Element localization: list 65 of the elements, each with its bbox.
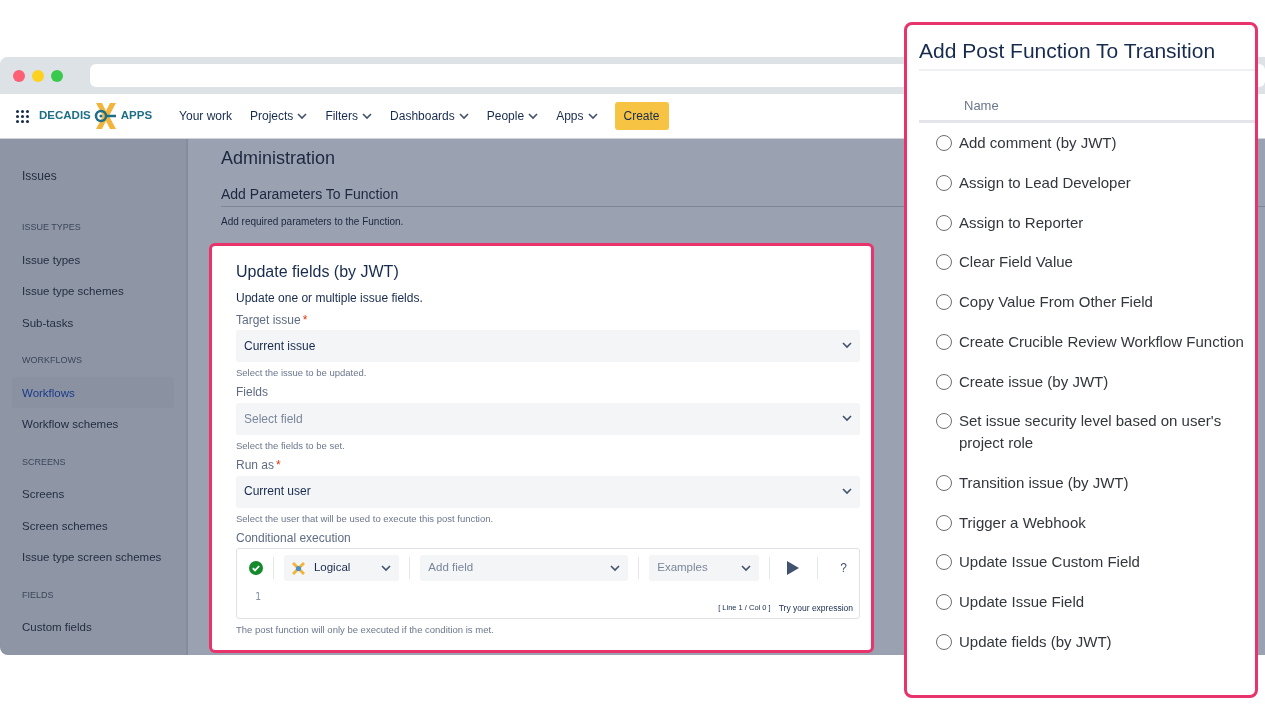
select-field[interactable]: Current user bbox=[236, 475, 860, 508]
nav-item[interactable]: Filters bbox=[316, 107, 382, 125]
nav-item[interactable]: Apps bbox=[547, 107, 607, 125]
chevron-icon bbox=[610, 564, 621, 572]
sidebar-title: Issues bbox=[21, 168, 58, 185]
card-title: Update fields (by JWT) bbox=[236, 262, 400, 282]
column-header: Name bbox=[919, 70, 1255, 123]
function-option[interactable]: Update Issue Custom Field bbox=[919, 542, 1255, 582]
chevron-icon bbox=[842, 488, 852, 496]
app-grid-icon[interactable] bbox=[16, 109, 29, 123]
select-field[interactable]: Current issue bbox=[236, 329, 860, 362]
logo-text: DECADIS bbox=[39, 108, 91, 124]
required-mark: * bbox=[276, 458, 281, 473]
help-text: Select the issue to be updated. bbox=[236, 366, 368, 379]
sidebar-item[interactable]: Screens bbox=[12, 478, 174, 510]
function-option[interactable]: Clear Field Value bbox=[919, 242, 1255, 282]
examples-select[interactable]: Examples bbox=[649, 555, 759, 582]
section-description: Add required parameters to the Function. bbox=[221, 215, 404, 229]
nav-item[interactable]: Projects bbox=[241, 107, 317, 125]
logo-text: APPS bbox=[120, 108, 153, 124]
function-option[interactable]: Update fields (by JWT) bbox=[919, 621, 1255, 662]
field-label: Run as bbox=[236, 458, 275, 473]
sidebar-item[interactable]: Custom fields bbox=[12, 611, 174, 643]
sidebar-item[interactable]: Issue type schemes bbox=[12, 275, 174, 307]
mode-select[interactable]: Logical bbox=[283, 555, 400, 582]
sidebar-item[interactable]: Sub-tasks bbox=[12, 306, 174, 338]
help-text: Select the user that will be used to execute this post function. bbox=[236, 512, 495, 524]
line-number: 1 bbox=[255, 591, 263, 604]
nav-item[interactable]: People bbox=[477, 107, 548, 125]
sidebar-item[interactable]: Screen schemes bbox=[12, 509, 174, 541]
card-description: Update one or multiple issue fields. bbox=[236, 291, 424, 306]
panel-title: Add Post Function To Transition bbox=[919, 35, 1255, 71]
chevron-icon bbox=[842, 415, 852, 423]
required-mark: * bbox=[302, 312, 308, 327]
section-heading: FIELDS bbox=[21, 588, 55, 602]
chevron-icon bbox=[740, 564, 751, 572]
nav-item[interactable]: Dashboards bbox=[381, 107, 478, 125]
function-option[interactable]: Set issue security level based on user's project role bbox=[919, 401, 1255, 463]
function-option[interactable]: Update Issue Field bbox=[919, 582, 1255, 622]
sidebar-item[interactable]: Issue types bbox=[12, 243, 174, 275]
section-heading: WORKFLOWS bbox=[21, 354, 83, 367]
chevron-icon bbox=[842, 342, 852, 350]
try-link[interactable]: Try your expression bbox=[778, 603, 853, 614]
section-heading: ISSUE TYPES bbox=[21, 221, 82, 234]
help-text: Select the fields to be set. bbox=[236, 439, 346, 452]
nav-item[interactable]: Your work bbox=[170, 107, 241, 125]
help-text: The post function will only be executed if the condition is met. bbox=[236, 623, 495, 635]
field-label: Target issue bbox=[236, 312, 301, 327]
function-option[interactable]: Trigger a Webhook bbox=[919, 502, 1255, 543]
function-option[interactable]: Add comment (by JWT) bbox=[919, 123, 1255, 163]
chevron-icon bbox=[381, 564, 392, 572]
page-title: Administration bbox=[221, 147, 337, 170]
create-button[interactable]: Create bbox=[614, 102, 669, 130]
function-option[interactable]: Create issue (by JWT) bbox=[919, 361, 1255, 402]
field-label: Conditional execution bbox=[236, 530, 352, 546]
help-button[interactable]: ? bbox=[834, 560, 853, 577]
sidebar-item[interactable]: Workflow schemes bbox=[12, 408, 174, 440]
sidebar-item[interactable]: Issue type screen schemes bbox=[12, 541, 174, 573]
select-field[interactable]: Select field bbox=[236, 402, 860, 435]
section-heading: SCREENS bbox=[21, 455, 67, 469]
function-option[interactable]: Transition issue (by JWT) bbox=[919, 462, 1255, 503]
play-icon[interactable] bbox=[787, 561, 800, 576]
function-option[interactable]: Create Crucible Review Workflow Function bbox=[919, 321, 1255, 362]
field-label: Fields bbox=[236, 385, 268, 400]
function-option[interactable]: Copy Value From Other Field bbox=[919, 282, 1255, 322]
